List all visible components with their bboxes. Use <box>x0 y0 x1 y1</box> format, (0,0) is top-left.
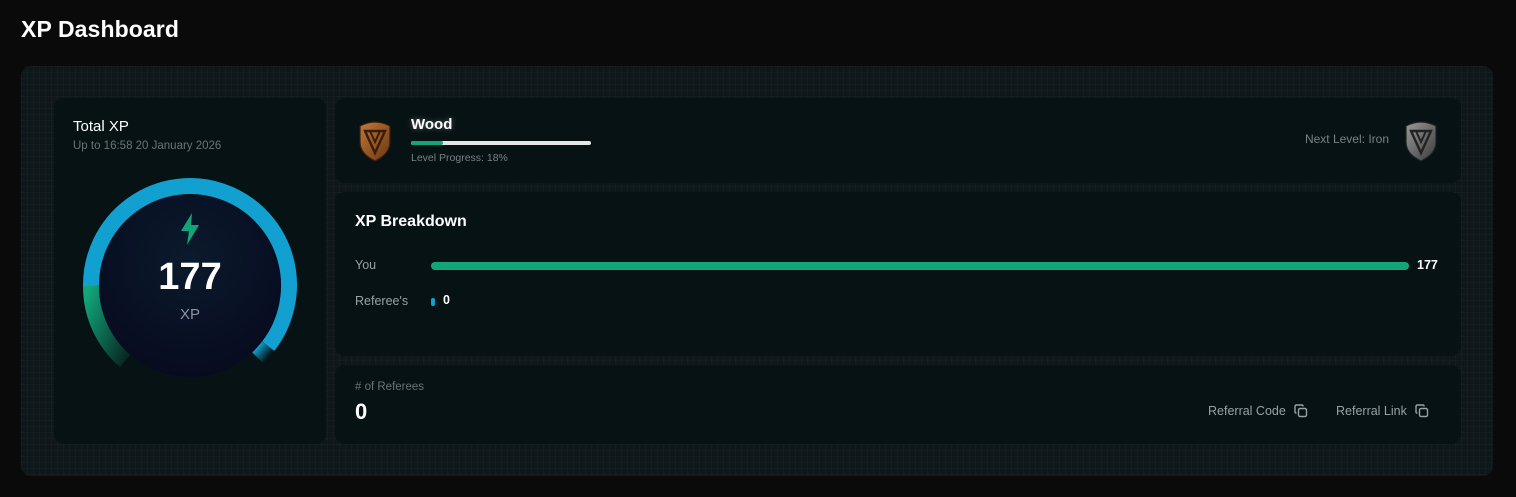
lightning-icon <box>181 213 199 245</box>
total-xp-value: 177 <box>158 256 222 298</box>
breakdown-title: XP Breakdown <box>355 213 467 230</box>
copy-referral-code-button[interactable]: Referral Code <box>1208 404 1308 418</box>
total-xp-card: Total XP Up to 16:58 20 January 2026 177… <box>54 98 326 444</box>
breakdown-row-you-label: You <box>355 258 377 272</box>
copy-icon <box>1415 404 1429 418</box>
breakdown-row-you-bar <box>431 262 1409 270</box>
breakdown-row-referees-value: 0 <box>443 293 450 307</box>
current-level-name: Wood <box>411 116 453 133</box>
level-progress-label: Level Progress: 18% <box>411 152 508 164</box>
breakdown-row-referees-label: Referee's <box>355 294 409 308</box>
total-xp-unit: XP <box>179 306 200 323</box>
level-card: Wood Level Progress: 18% Next Level: Iro… <box>335 98 1461 183</box>
gauge-arc-blue-tail <box>252 341 275 364</box>
breakdown-row-referees-bar <box>431 298 1409 306</box>
next-level-label: Next Level: Iron <box>1304 132 1389 146</box>
level-progress-fill <box>411 141 444 145</box>
total-xp-label: Total XP <box>73 118 129 135</box>
breakdown-row-you-value: 177 <box>1417 258 1438 272</box>
breakdown-row-you-fill <box>431 262 1409 270</box>
total-xp-timestamp: Up to 16:58 20 January 2026 <box>73 140 222 152</box>
page-title: XP Dashboard <box>21 16 179 42</box>
xp-breakdown-card: XP Breakdown You 177 Referee's 0 <box>335 192 1461 356</box>
wood-badge-icon <box>359 121 391 162</box>
copy-referral-link-button[interactable]: Referral Link <box>1336 404 1429 418</box>
copy-icon <box>1294 404 1308 418</box>
breakdown-row-referees-fill <box>431 298 435 306</box>
referees-count-value: 0 <box>355 399 368 424</box>
referees-count-label: # of Referees <box>355 381 425 393</box>
referral-link-label: Referral Link <box>1336 404 1407 418</box>
level-progress-bar <box>411 141 591 145</box>
referees-card: # of Referees 0 Referral Code Referral L… <box>335 365 1461 444</box>
iron-badge-icon <box>1405 121 1437 162</box>
referral-code-label: Referral Code <box>1208 404 1286 418</box>
